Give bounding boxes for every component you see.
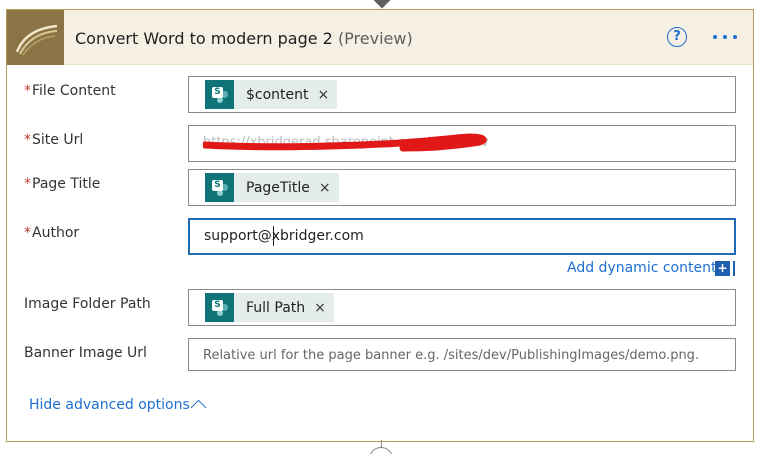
token-label: $content <box>246 86 309 103</box>
token-label: PageTitle <box>246 179 310 196</box>
add-dynamic-content-plus-icon[interactable]: + <box>715 261 735 276</box>
redaction-scribble <box>203 133 487 152</box>
flow-connector-arrow <box>373 0 391 9</box>
required-marker: * <box>24 225 31 241</box>
author-value: support@xbridger.com <box>204 228 364 244</box>
action-card: Convert Word to modern page 2 (Preview) … <box>6 9 754 442</box>
required-marker: * <box>24 176 31 192</box>
hide-advanced-options-link[interactable]: Hide advanced options <box>29 397 190 413</box>
add-dynamic-content-link[interactable]: Add dynamic content <box>567 260 716 276</box>
card-title: Convert Word to modern page 2 (Preview) <box>75 29 413 48</box>
help-icon[interactable]: ? <box>667 27 687 47</box>
remove-token-icon[interactable]: × <box>314 300 326 316</box>
site-url-label-text: Site Url <box>32 132 84 148</box>
add-step-circle[interactable] <box>369 447 393 454</box>
required-marker: * <box>24 83 31 99</box>
page-title-label: *Page Title <box>24 176 100 192</box>
site-url-field[interactable]: https://xbridgerad.sharepoint.com/sites/… <box>188 125 736 162</box>
file-content-label-text: File Content <box>32 83 116 99</box>
content-token[interactable]: S $content × <box>205 80 338 109</box>
full-path-token[interactable]: S Full Path × <box>205 293 334 322</box>
more-options-icon[interactable] <box>711 35 739 41</box>
remove-token-icon[interactable]: × <box>318 87 330 103</box>
author-field[interactable]: support@xbridger.com <box>188 218 736 255</box>
card-title-text: Convert Word to modern page 2 <box>75 29 333 48</box>
card-header[interactable]: Convert Word to modern page 2 (Preview) … <box>7 10 753 65</box>
required-marker: * <box>24 132 31 148</box>
banner-image-url-field[interactable]: Relative url for the page banner e.g. /s… <box>188 338 736 371</box>
author-label-text: Author <box>32 225 80 241</box>
image-folder-path-label: Image Folder Path <box>24 296 151 312</box>
banner-image-url-placeholder: Relative url for the page banner e.g. /s… <box>203 348 700 363</box>
sharepoint-icon: S <box>205 80 234 109</box>
page-title-label-text: Page Title <box>32 176 101 192</box>
image-folder-path-field[interactable]: S Full Path × <box>188 289 736 326</box>
sharepoint-icon: S <box>205 293 234 322</box>
pagetitle-token[interactable]: S PageTitle × <box>205 173 339 202</box>
author-label: *Author <box>24 225 79 241</box>
file-content-label: *File Content <box>24 83 116 99</box>
connector-logo-icon <box>7 10 64 65</box>
sharepoint-icon: S <box>205 173 234 202</box>
token-label: Full Path <box>246 299 306 316</box>
page-title-field[interactable]: S PageTitle × <box>188 169 736 206</box>
remove-token-icon[interactable]: × <box>319 180 331 196</box>
text-caret <box>273 226 274 246</box>
banner-image-url-label: Banner Image Url <box>24 345 147 361</box>
chevron-up-icon[interactable] <box>190 399 207 416</box>
preview-tag: (Preview) <box>337 29 413 48</box>
site-url-label: *Site Url <box>24 132 83 148</box>
file-content-field[interactable]: S $content × <box>188 76 736 113</box>
